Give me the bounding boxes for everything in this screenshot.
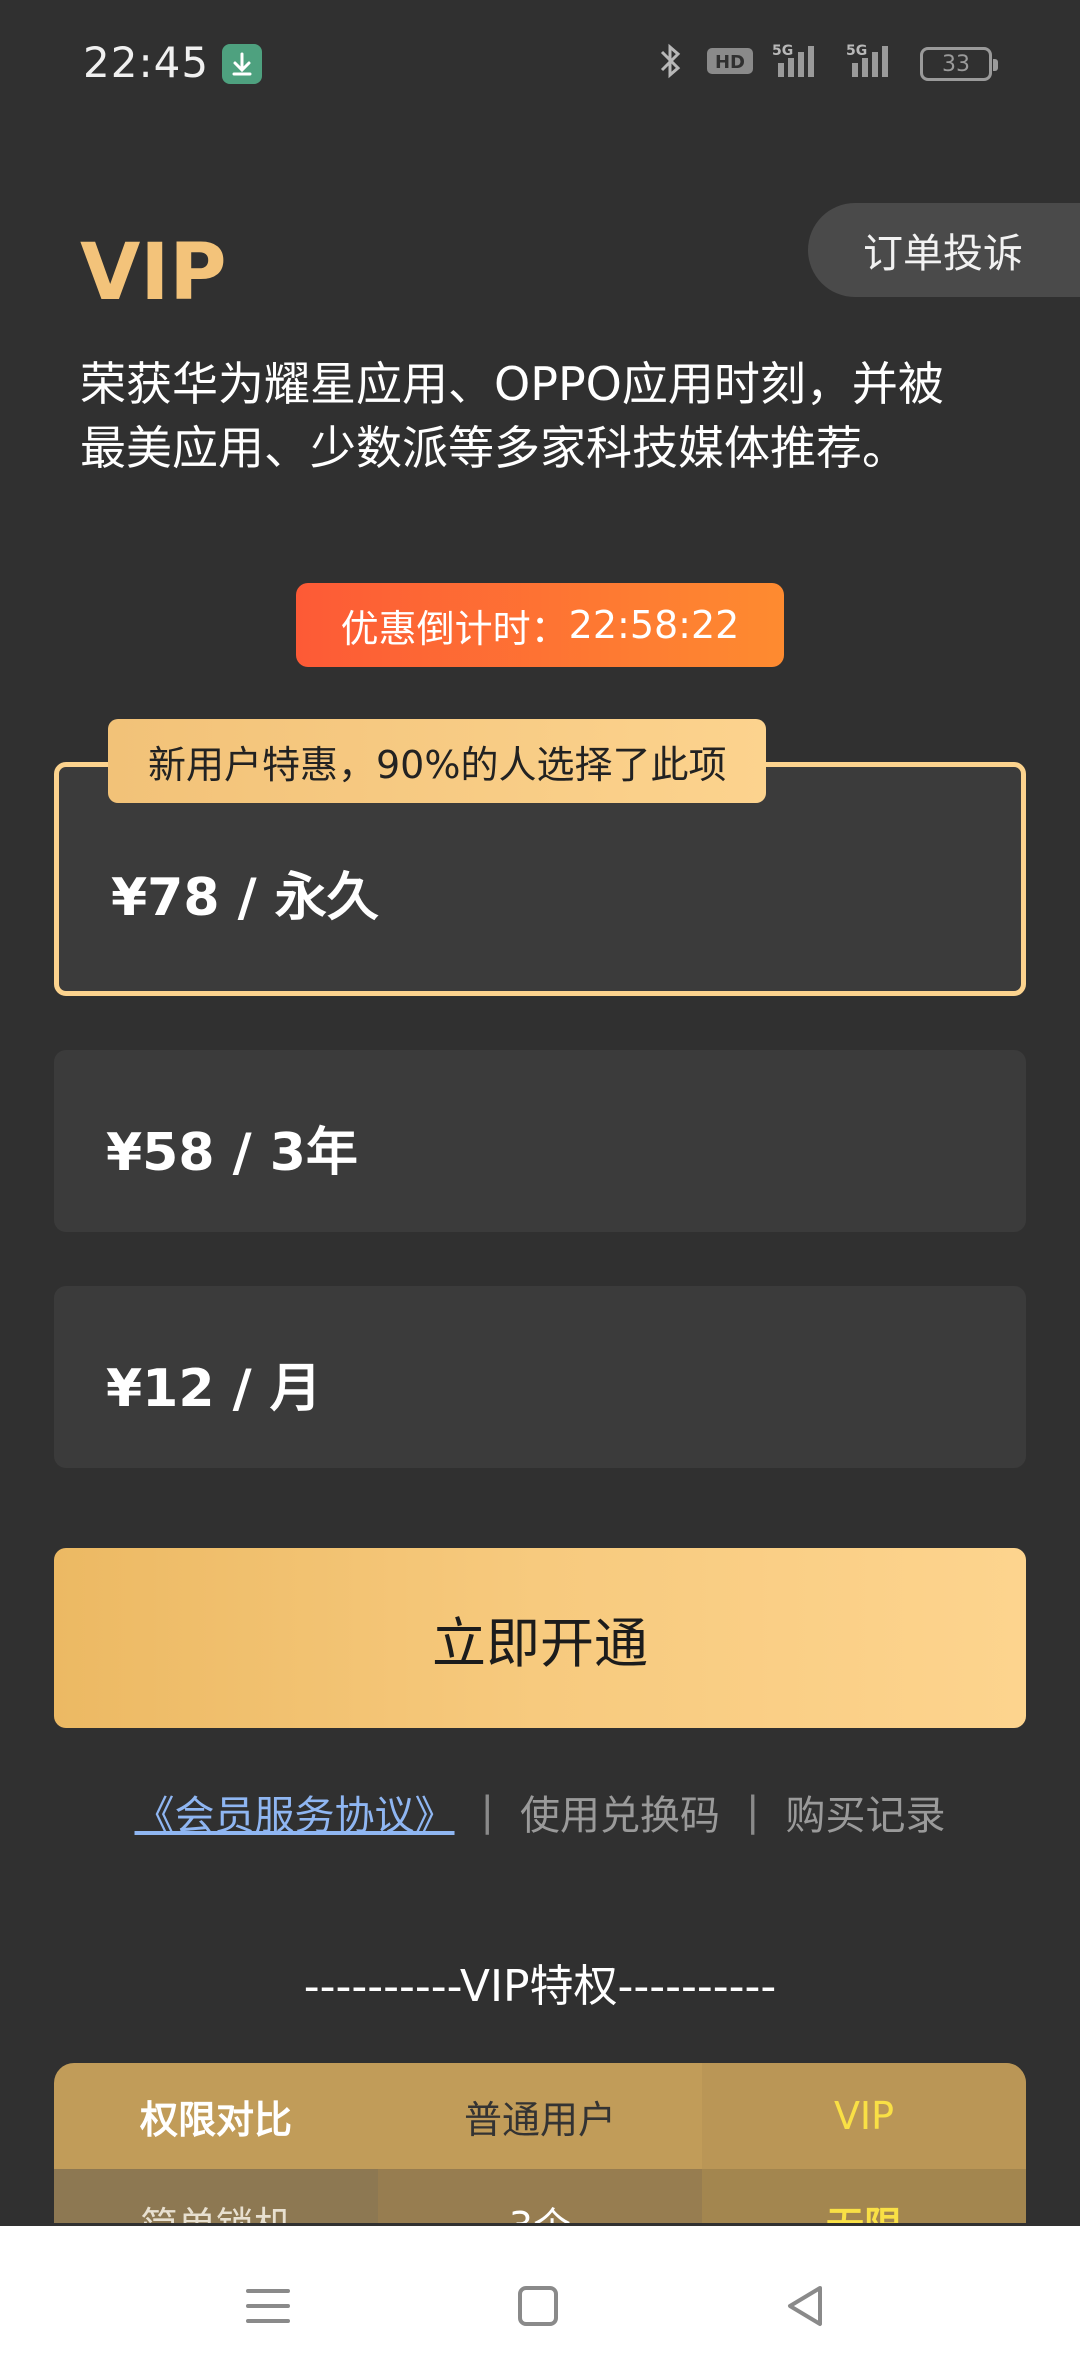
menu-icon[interactable] xyxy=(238,2276,298,2336)
plan-option-3-years[interactable]: ¥58 / 3年 xyxy=(54,1050,1026,1232)
home-icon[interactable] xyxy=(508,2276,568,2336)
new-user-badge: 新用户特惠，90%的人选择了此项 xyxy=(108,719,767,803)
svg-text:5G: 5G xyxy=(846,43,867,59)
activate-now-button[interactable]: 立即开通 xyxy=(54,1548,1026,1728)
purchase-history-link[interactable]: 购买记录 xyxy=(785,1783,945,1841)
order-complaint-button[interactable]: 订单投诉 xyxy=(808,203,1080,297)
bluetooth-icon xyxy=(654,42,688,87)
signal-icon-1: 5G xyxy=(772,41,828,88)
regular-user-value: 3个 xyxy=(378,2169,702,2223)
plan-option-monthly[interactable]: ¥12 / 月 xyxy=(54,1286,1026,1468)
column-header-regular-user: 普通用户 xyxy=(463,2097,616,2142)
hd-icon: HD xyxy=(706,44,754,85)
svg-text:HD: HD xyxy=(715,52,745,73)
membership-agreement-link[interactable]: 《会员服务协议》 xyxy=(135,1783,455,1841)
redeem-code-link[interactable]: 使用兑换码 xyxy=(520,1783,720,1841)
column-header-comparison: 权限对比 xyxy=(139,2097,292,2142)
table-row: 简单锁机 3个 无限 xyxy=(54,2169,1026,2223)
back-icon[interactable] xyxy=(776,2276,836,2336)
link-separator: | xyxy=(480,1789,494,1835)
svg-text:5G: 5G xyxy=(772,43,793,59)
countdown-label: 优惠倒计时： xyxy=(340,606,569,651)
vip-value: 无限 xyxy=(702,2169,1026,2223)
status-icons: HD 5G 5G 33 xyxy=(654,42,998,87)
plan-price-label: ¥12 / 月 xyxy=(106,1359,322,1419)
download-icon xyxy=(222,44,262,84)
countdown-time: 22:58:22 xyxy=(568,603,740,647)
page-title: VIP xyxy=(80,228,227,318)
plan-price-label: ¥58 / 3年 xyxy=(106,1123,358,1183)
vip-page: 22:45 HD 5G 5G 33 订单投诉 VIP 荣获华为耀星应用、OPPO… xyxy=(0,0,1080,2376)
system-navigation-bar xyxy=(0,2226,1080,2376)
column-header-vip: VIP xyxy=(702,2063,1026,2169)
privilege-comparison-table: 权限对比 普通用户 VIP 简单锁机 3个 无限 xyxy=(54,2063,1026,2223)
status-bar: 22:45 HD 5G 5G 33 xyxy=(0,0,1080,130)
vip-privileges-heading: ----------VIP特权---------- xyxy=(303,1961,777,2012)
footer-links: 《会员服务协议》 | 使用兑换码 | 购买记录 xyxy=(0,1780,1080,1844)
privilege-name: 简单锁机 xyxy=(54,2169,378,2223)
promo-countdown: 优惠倒计时： 22:58:22 xyxy=(296,583,784,667)
plan-price-label: ¥78 / 永久 xyxy=(111,868,379,928)
signal-icon-2: 5G xyxy=(846,41,902,88)
status-time: 22:45 xyxy=(83,38,210,87)
table-header-row: 权限对比 普通用户 VIP xyxy=(54,2063,1026,2169)
link-separator: | xyxy=(746,1789,760,1835)
page-subtitle: 荣获华为耀星应用、OPPO应用时刻，并被最美应用、少数派等多家科技媒体推荐。 xyxy=(80,357,944,475)
battery-icon: 33 xyxy=(920,47,998,81)
